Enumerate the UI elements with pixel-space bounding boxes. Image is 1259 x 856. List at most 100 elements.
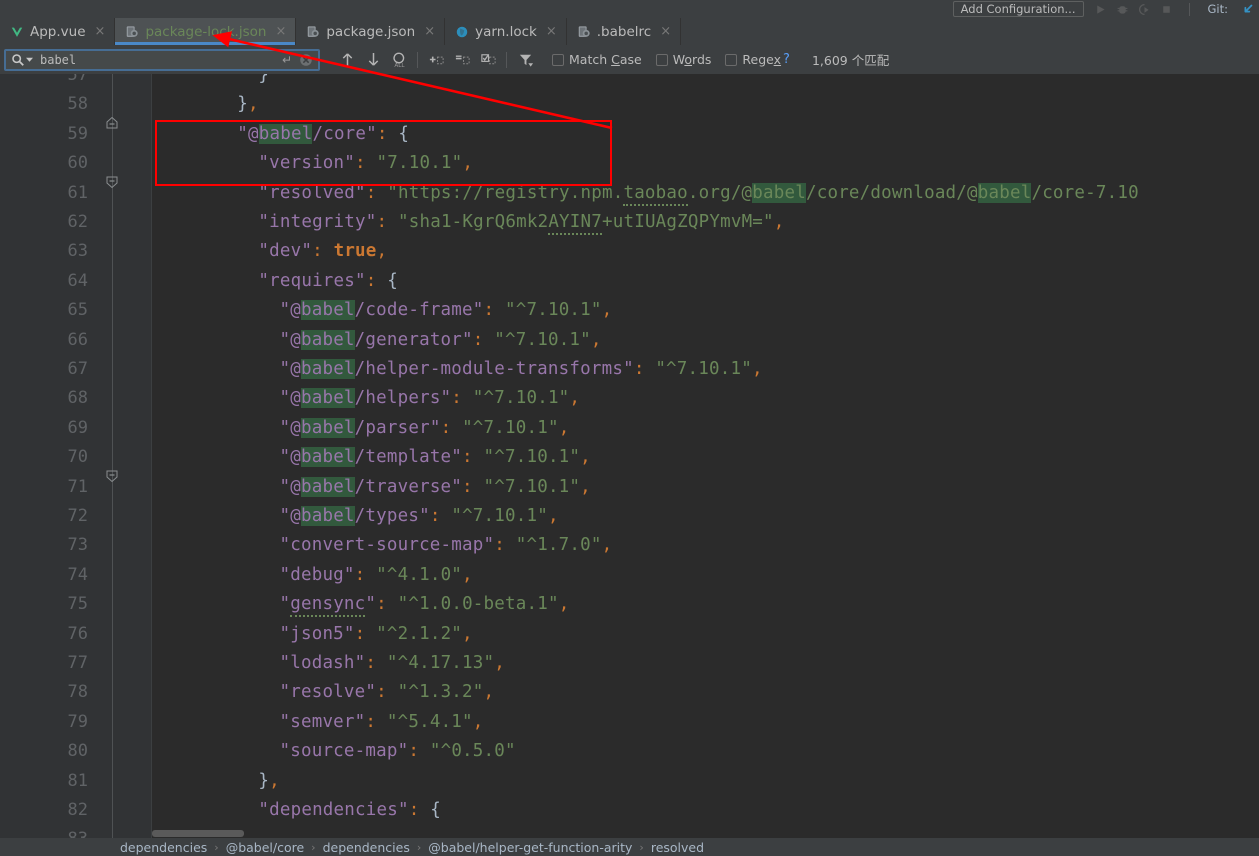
search-icon[interactable]: [11, 53, 33, 67]
find-next-icon[interactable]: [360, 48, 386, 72]
line-number: 81: [67, 770, 88, 791]
find-option-2[interactable]: Regex: [725, 52, 781, 67]
code-token: /core-7.10: [1031, 182, 1139, 203]
code-token: :: [365, 653, 377, 673]
code-token: /core/download/@: [805, 182, 978, 203]
help-icon[interactable]: ?: [783, 52, 790, 67]
breadcrumb-item[interactable]: dependencies: [323, 840, 410, 855]
find-toolbar: babel ↵ ALL Match Case Words Regex ? 1,6…: [0, 45, 1259, 74]
code-token: "source-map": [279, 741, 409, 762]
add-configuration-button[interactable]: Add Configuration...: [952, 1, 1084, 17]
code-token: "7.10.1": [376, 153, 463, 174]
code-row: 70 "@babel/template": "^7.10.1",: [0, 443, 1259, 472]
breadcrumb-item[interactable]: dependencies: [120, 840, 207, 855]
code-token: babel: [300, 300, 355, 321]
editor-tab--babelrc[interactable]: .babelrc ×: [567, 18, 682, 45]
enter-icon[interactable]: ↵: [282, 53, 292, 67]
code-token: "@: [279, 506, 301, 526]
code-token: :: [312, 241, 323, 262]
code-token: ,: [248, 94, 259, 115]
find-option-1[interactable]: Words: [655, 52, 711, 67]
code-token: ,: [483, 682, 495, 703]
svg-text:ALL: ALL: [394, 63, 405, 68]
editor-tab-app-vue[interactable]: App.vue ×: [0, 18, 116, 45]
code-token: }: [258, 770, 270, 791]
debug-icon[interactable]: [1116, 3, 1129, 16]
select-all-occurrences-icon[interactable]: ALL: [386, 48, 412, 72]
code-token: babel: [977, 182, 1032, 203]
code-token: babel: [258, 123, 313, 144]
code-token: taobao: [623, 182, 688, 206]
line-number: 60: [67, 153, 88, 174]
line-number: 58: [67, 94, 88, 115]
line-number: 64: [67, 270, 88, 291]
close-icon[interactable]: ×: [660, 25, 671, 38]
breadcrumb-item[interactable]: @babel/core: [226, 840, 304, 855]
find-option-0[interactable]: Match Case: [552, 52, 642, 67]
code-token: ,: [462, 623, 473, 644]
code-token: :: [462, 447, 473, 468]
scrollbar-thumb[interactable]: [152, 830, 244, 837]
code-token: "^7.10.1": [472, 388, 570, 409]
close-icon[interactable]: ×: [424, 25, 435, 38]
line-number: 82: [67, 800, 88, 820]
code-token: ,: [569, 388, 581, 409]
code-line-text: "@babel/helpers": "^7.10.1",: [280, 384, 581, 413]
code-row: 74 "debug": "^4.1.0",: [0, 561, 1259, 590]
code-token: "sha1-KgrQ6mk2: [398, 212, 549, 232]
code-token: :: [354, 623, 366, 644]
checkbox-icon[interactable]: [725, 53, 738, 66]
code-token: "https://registry.npm.: [387, 182, 624, 203]
code-token: "^4.17.13": [386, 653, 495, 673]
editor-tab-package-json[interactable]: package.json ×: [296, 18, 446, 45]
checkbox-icon[interactable]: [552, 53, 564, 66]
code-token: /generator": [354, 329, 473, 350]
close-icon[interactable]: ×: [95, 25, 106, 38]
add-selection-icon[interactable]: [423, 48, 449, 72]
horizontal-scrollbar[interactable]: [152, 829, 1259, 838]
toolbar-divider: [1188, 2, 1190, 16]
line-number: 83: [0, 825, 88, 838]
search-input[interactable]: babel ↵: [4, 48, 320, 71]
code-editor[interactable]: 57 } 58 }, 59 "@babel/core": { 60 "versi…: [0, 74, 1259, 838]
code-token: babel: [300, 447, 355, 468]
code-token: ,: [494, 653, 505, 673]
stop-icon[interactable]: [1160, 3, 1173, 16]
git-update-icon[interactable]: [1241, 2, 1255, 16]
tab-label: package.json: [326, 23, 416, 40]
code-token: "^7.10.1": [505, 300, 602, 321]
code-line-text: "integrity": "sha1-KgrQ6mk2AYIN7+utIUAgZ…: [258, 208, 784, 237]
code-line-text: }: [258, 74, 269, 90]
code-line-text: "@babel/template": "^7.10.1",: [280, 443, 591, 472]
editor-tab-yarn-lock[interactable]: yarn.lock ×: [445, 18, 567, 45]
code-token: ": [279, 594, 291, 615]
code-row: 58 },: [0, 90, 1259, 129]
find-previous-icon[interactable]: [334, 48, 360, 72]
breadcrumb-separator: ›: [214, 840, 219, 854]
filter-icon[interactable]: [512, 48, 538, 72]
editor-tab-package-lock-json[interactable]: package-lock.json ×: [115, 18, 297, 45]
run-icon[interactable]: [1094, 3, 1107, 16]
code-token: ": [365, 594, 377, 615]
code-token: /traverse": [354, 476, 463, 497]
remove-selection-icon[interactable]: [449, 48, 475, 72]
close-icon[interactable]: ×: [546, 25, 557, 38]
code-line-text: "semver": "^5.4.1",: [280, 708, 484, 737]
checkbox-icon[interactable]: [655, 53, 668, 66]
close-icon[interactable]: ×: [275, 25, 286, 38]
line-number: 68: [67, 388, 88, 409]
clear-search-icon[interactable]: [299, 53, 313, 67]
breadcrumb-item[interactable]: @babel/helper-get-function-arity: [428, 840, 632, 855]
coverage-icon[interactable]: [1138, 3, 1151, 16]
select-all-in-file-icon[interactable]: [475, 48, 501, 72]
breadcrumb-item[interactable]: resolved: [651, 840, 704, 855]
code-token: ,: [601, 535, 613, 556]
chevron-down-icon[interactable]: [26, 56, 33, 63]
code-token: "@: [279, 359, 301, 379]
